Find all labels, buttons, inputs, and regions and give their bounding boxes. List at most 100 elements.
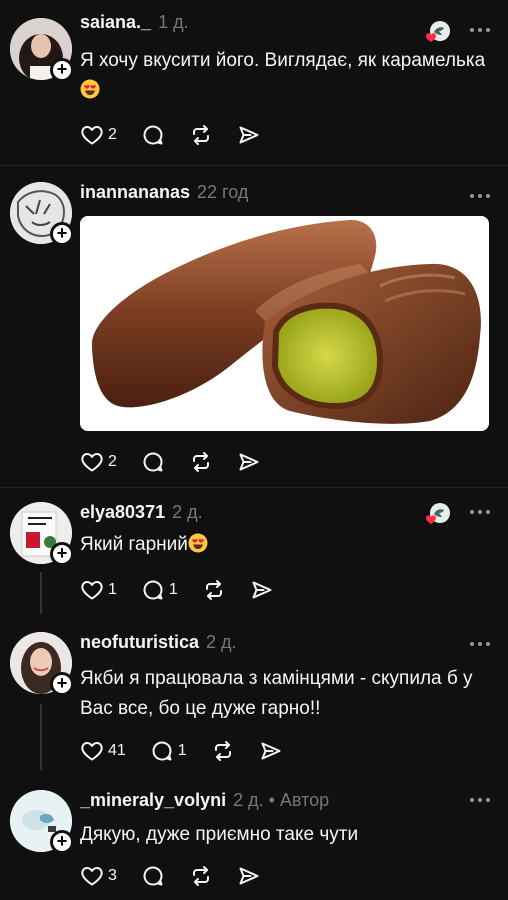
follow-plus-icon[interactable]: +	[50, 58, 74, 82]
action-bar: 2	[80, 120, 285, 150]
like-button[interactable]: 3	[80, 864, 117, 888]
heart-icon	[80, 123, 104, 147]
like-count: 1	[108, 581, 117, 598]
repost-icon	[189, 450, 213, 474]
action-bar: 1 1	[80, 575, 298, 605]
reply-count: 1	[168, 581, 178, 598]
comment-icon	[141, 578, 165, 602]
thread-line	[40, 704, 42, 770]
like-count: 3	[108, 867, 117, 884]
like-count: 41	[108, 742, 126, 759]
timestamp: 22 год	[197, 182, 249, 202]
comment-icon	[141, 123, 165, 147]
action-bar: 3	[80, 861, 285, 891]
comment-icon	[141, 450, 165, 474]
divider	[0, 487, 508, 488]
heart-icon	[80, 739, 104, 763]
reply-button[interactable]: 1	[141, 578, 178, 602]
like-count: 2	[108, 453, 117, 470]
thread-line	[40, 572, 42, 614]
follow-plus-icon[interactable]: +	[50, 222, 74, 246]
comment-header: _mineraly_volyni 2 д. • Автор	[80, 790, 329, 818]
reply-button[interactable]	[141, 864, 165, 888]
comment-icon	[141, 864, 165, 888]
send-icon	[259, 739, 283, 763]
repost-button[interactable]	[202, 578, 226, 602]
like-button[interactable]: 41	[80, 739, 126, 763]
avatar[interactable]: +	[10, 632, 74, 696]
username[interactable]: saiana._	[80, 12, 151, 33]
more-icon[interactable]	[470, 194, 490, 200]
repost-button[interactable]	[189, 864, 213, 888]
like-button[interactable]: 2	[80, 123, 117, 147]
more-icon[interactable]	[470, 28, 490, 34]
comment-2: + inannananas 22 год 2	[0, 182, 508, 482]
username[interactable]: neofuturistica	[80, 632, 199, 653]
comment-header: elya80371 2 д.	[80, 502, 203, 530]
action-bar: 41 1	[80, 736, 307, 766]
reply-button[interactable]: 1	[150, 739, 187, 763]
follow-plus-icon[interactable]: +	[50, 830, 74, 854]
more-icon[interactable]	[470, 642, 490, 648]
avatar[interactable]: +	[10, 790, 74, 854]
comment-4: + neofuturistica 2 д. Якби я працювала з…	[0, 632, 508, 772]
username[interactable]: _mineraly_volyni	[80, 790, 226, 811]
timestamp: 2 д.	[172, 502, 203, 522]
repost-icon	[189, 123, 213, 147]
repost-icon	[202, 578, 226, 602]
timestamp: 1 д.	[158, 12, 189, 32]
repost-icon	[189, 864, 213, 888]
comment-3: + elya80371 2 д. Який гарний 1 1	[0, 502, 508, 614]
heart-icon	[80, 578, 104, 602]
share-button[interactable]	[250, 578, 274, 602]
reply-count: 1	[177, 742, 187, 759]
heart-eyes-emoji-icon	[188, 533, 208, 553]
action-bar: 2	[80, 447, 285, 477]
comment-header: inannananas 22 год	[80, 182, 248, 210]
timestamp: 2 д.	[233, 790, 264, 810]
follow-plus-icon[interactable]: +	[50, 672, 74, 696]
comment-text: Дякую, дуже приємно таке чути	[80, 824, 359, 845]
comment-text: Якби я працювала з камінцями - скупила б…	[80, 668, 473, 719]
follow-plus-icon[interactable]: +	[50, 542, 74, 566]
comment-icon	[150, 739, 174, 763]
share-button[interactable]	[237, 123, 261, 147]
repost-button[interactable]	[211, 739, 235, 763]
send-icon	[237, 123, 261, 147]
username[interactable]: elya80371	[80, 502, 165, 523]
repost-button[interactable]	[189, 123, 213, 147]
timestamp: 2 д.	[206, 632, 237, 652]
comment-header: saiana._ 1 д.	[80, 12, 189, 40]
comment-5: + _mineraly_volyni 2 д. • Автор Дякую, д…	[0, 790, 508, 900]
send-icon	[237, 450, 261, 474]
more-icon[interactable]	[470, 510, 490, 516]
username[interactable]: inannananas	[80, 182, 190, 203]
like-button[interactable]: 2	[80, 450, 117, 474]
share-button[interactable]	[237, 864, 261, 888]
comment-header: neofuturistica 2 д.	[80, 632, 237, 660]
like-button[interactable]: 1	[80, 578, 117, 602]
avatar[interactable]: +	[10, 502, 74, 566]
reply-button[interactable]	[141, 450, 165, 474]
share-button[interactable]	[237, 450, 261, 474]
repost-icon	[211, 739, 235, 763]
author-liked-badge-icon	[424, 502, 452, 528]
repost-button[interactable]	[189, 450, 213, 474]
author-tag: • Автор	[268, 790, 330, 810]
heart-eyes-emoji-icon	[80, 79, 100, 99]
send-icon	[250, 578, 274, 602]
avatar[interactable]: +	[10, 18, 74, 82]
author-liked-badge-icon	[424, 20, 452, 46]
comment-text: Я хочу вкусити його. Виглядає, як караме…	[80, 46, 490, 106]
heart-icon	[80, 450, 104, 474]
send-icon	[237, 864, 261, 888]
like-count: 2	[108, 126, 117, 143]
comment-1: + saiana._ 1 д. Я хочу вкусити його. Виг…	[0, 12, 508, 162]
divider	[0, 165, 508, 166]
avatar[interactable]: +	[10, 182, 74, 246]
comment-text: Який гарний	[80, 530, 490, 560]
share-button[interactable]	[259, 739, 283, 763]
more-icon[interactable]	[470, 798, 490, 804]
reply-button[interactable]	[141, 123, 165, 147]
candy-photo[interactable]	[80, 216, 489, 431]
